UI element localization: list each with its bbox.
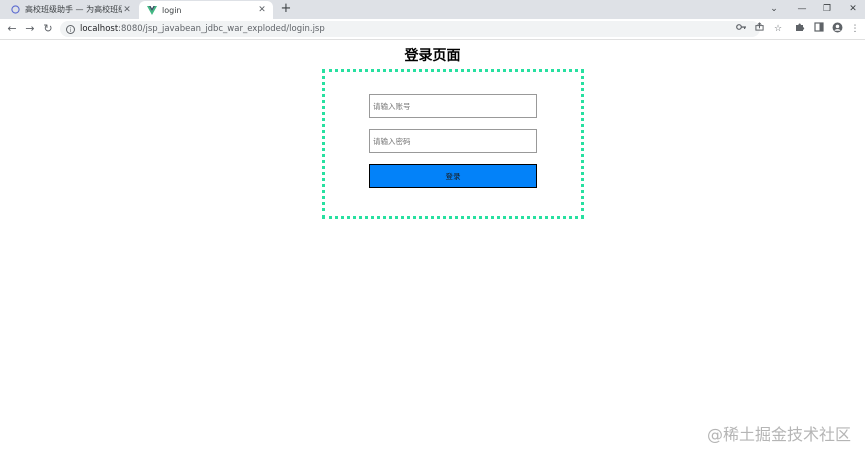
globe-icon	[10, 5, 20, 15]
url-text[interactable]: localhost:8080/jsp_javabean_jdbc_war_exp…	[80, 24, 325, 34]
minimize-button[interactable]: —	[790, 0, 814, 19]
extensions-puzzle-icon[interactable]	[793, 22, 807, 36]
tab-strip: 高校班级助手 — 为高校班级管理… ✕ login ✕ + ⌄ — ❐ ✕	[0, 0, 865, 19]
watermark: @稀土掘金技术社区	[706, 425, 851, 444]
address-bar[interactable]: i localhost:8080/jsp_javabean_jdbc_war_e…	[60, 21, 764, 37]
key-icon[interactable]	[734, 21, 748, 37]
password-input[interactable]	[369, 129, 537, 153]
reload-button[interactable]: ↻	[41, 22, 55, 36]
share-icon[interactable]	[752, 21, 766, 37]
vue-logo-icon	[147, 5, 157, 15]
new-tab-button[interactable]: +	[279, 2, 293, 16]
site-info-icon[interactable]: i	[66, 24, 75, 34]
tab-title: login	[162, 5, 182, 15]
forward-button[interactable]: →	[23, 22, 37, 36]
tab-title: 高校班级助手 — 为高校班级管理…	[25, 5, 122, 14]
tab-class-assistant[interactable]: 高校班级助手 — 为高校班级管理… ✕	[2, 0, 138, 19]
browser-toolbar: ← → ↻ i localhost:8080/jsp_javabean_jdbc…	[0, 19, 865, 40]
tab-search-icon[interactable]: ⌄	[762, 0, 786, 19]
page-title: 登录页面	[404, 48, 461, 64]
close-window-button[interactable]: ✕	[841, 0, 865, 19]
url-host: localhost	[80, 24, 119, 34]
restore-button[interactable]: ❐	[815, 0, 839, 19]
close-icon[interactable]: ✕	[122, 5, 132, 15]
url-path: :8080/jsp_javabean_jdbc_war_exploded/log…	[118, 24, 325, 34]
profile-avatar-icon[interactable]	[830, 22, 844, 36]
back-button[interactable]: ←	[5, 22, 19, 36]
close-icon[interactable]: ✕	[257, 5, 267, 15]
bookmark-star-icon[interactable]: ☆	[771, 22, 785, 36]
username-input[interactable]	[369, 94, 537, 118]
side-panel-icon[interactable]	[812, 22, 826, 36]
tab-login[interactable]: login ✕	[139, 1, 273, 19]
login-button[interactable]: 登录	[369, 164, 537, 188]
menu-kebab-icon[interactable]: ⋮	[848, 22, 862, 36]
